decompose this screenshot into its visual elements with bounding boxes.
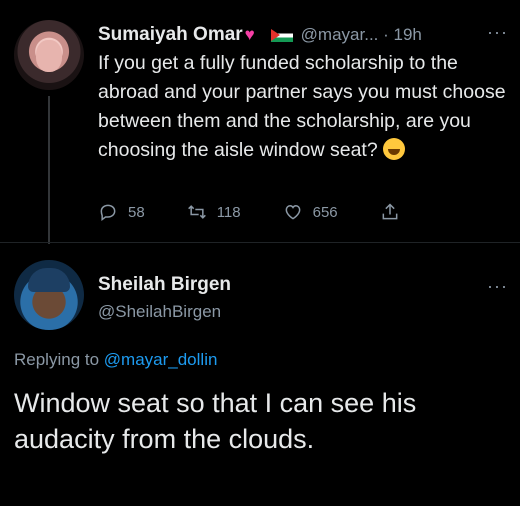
- reply-avatar[interactable]: [14, 260, 84, 330]
- like-count: 656: [312, 203, 338, 221]
- retweet-count: 118: [216, 203, 241, 221]
- divider: [0, 242, 520, 243]
- heart-emoji-icon: ♥: [244, 25, 255, 44]
- avatar-face: [36, 40, 62, 72]
- reply-author-handle[interactable]: @SheilahBirgen: [98, 302, 221, 322]
- reply-count: 58: [128, 203, 145, 221]
- reply-text: Window seat so that I can see his audaci…: [14, 388, 417, 454]
- author-handle-time[interactable]: @mayar... · 19h: [301, 25, 422, 45]
- replying-to-mention[interactable]: @mayar_dollin: [104, 350, 218, 369]
- retweet-button[interactable]: 118: [187, 202, 241, 222]
- retweet-icon: [187, 205, 206, 219]
- reply-author-name[interactable]: Sheilah Birgen: [98, 274, 231, 296]
- share-button[interactable]: [380, 202, 410, 222]
- author-name[interactable]: Sumaiyah Omar: [98, 24, 243, 46]
- share-icon: [382, 203, 398, 220]
- reply-button[interactable]: 58: [98, 202, 145, 222]
- tweet-actions: 58 118 656: [98, 198, 478, 226]
- tweet-header: Sumaiyah Omar ♥ @mayar... · 19h: [98, 22, 422, 48]
- reply-icon: [100, 204, 116, 221]
- tweet-text-content: If you get a fully funded scholarship to…: [98, 52, 506, 161]
- thread-line: [48, 96, 50, 244]
- more-options-icon[interactable]: ···: [487, 22, 508, 43]
- replying-to: Replying to @mayar_dollin: [14, 350, 217, 370]
- like-icon: [285, 204, 301, 220]
- flag-icon: [270, 28, 293, 42]
- laughing-emoji-icon: [383, 138, 406, 160]
- reply-more-options-icon[interactable]: ···: [487, 276, 508, 297]
- replying-prefix: Replying to: [14, 350, 104, 369]
- like-button[interactable]: 656: [283, 202, 338, 222]
- avatar-cap: [28, 268, 70, 292]
- avatar[interactable]: [14, 20, 84, 90]
- original-tweet[interactable]: Sumaiyah Omar ♥ @mayar... · 19h ··· If y…: [0, 0, 520, 244]
- tweet-text: If you get a fully funded scholarship to…: [98, 49, 508, 165]
